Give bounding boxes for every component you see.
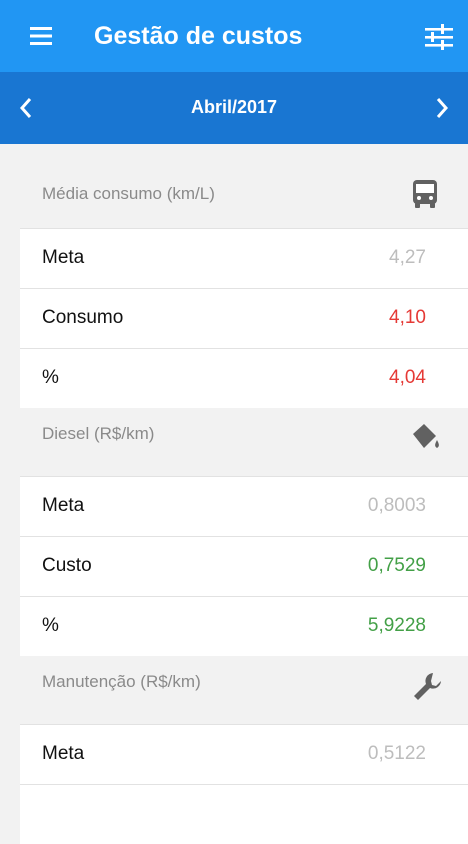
section-title: Média consumo (km/L) bbox=[42, 184, 215, 203]
bus-icon bbox=[410, 178, 440, 210]
card-consumo: Meta 4,27 Consumo 4,10 % 4,04 bbox=[20, 228, 468, 408]
row-label: Meta bbox=[42, 495, 85, 516]
row-label: % bbox=[42, 367, 59, 388]
app-bar: Gestão de custos bbox=[0, 0, 468, 72]
row-value: 0,7529 bbox=[367, 555, 426, 576]
row-label: Meta bbox=[42, 247, 85, 268]
card-diesel: Meta 0,8003 Custo 0,7529 % 5,9228 bbox=[20, 476, 468, 656]
row-value: 0,5122 bbox=[367, 743, 426, 764]
section-header-diesel: Diesel (R$/km) bbox=[0, 408, 468, 476]
list-item: Consumo 4,10 bbox=[20, 288, 468, 348]
section-title: Manutenção (R$/km) bbox=[42, 672, 201, 691]
section-header-consumo: Média consumo (km/L) bbox=[0, 144, 468, 228]
row-value: 4,10 bbox=[389, 307, 426, 328]
row-value: 4,27 bbox=[389, 247, 426, 268]
paint-bucket-icon bbox=[410, 422, 440, 454]
list-item bbox=[20, 784, 468, 844]
row-label: Meta bbox=[42, 743, 85, 764]
list-item: % 4,04 bbox=[20, 348, 468, 408]
row-value: 0,8003 bbox=[367, 495, 426, 516]
menu-icon[interactable] bbox=[26, 22, 56, 50]
row-label: Custo bbox=[42, 555, 92, 576]
list-item: % 5,9228 bbox=[20, 596, 468, 656]
row-value: 4,04 bbox=[389, 367, 426, 388]
row-value: 5,9228 bbox=[367, 615, 426, 636]
chevron-right-icon[interactable] bbox=[426, 93, 456, 123]
page-title: Gestão de custos bbox=[94, 22, 303, 50]
list-item: Meta 4,27 bbox=[20, 228, 468, 288]
section-title: Diesel (R$/km) bbox=[42, 424, 155, 443]
list-item: Meta 0,8003 bbox=[20, 476, 468, 536]
period-label: Abril/2017 bbox=[190, 97, 278, 117]
list-item: Custo 0,7529 bbox=[20, 536, 468, 596]
period-selector: Abril/2017 bbox=[0, 72, 468, 144]
section-header-manutencao: Manutenção (R$/km) bbox=[0, 656, 468, 724]
sliders-icon[interactable] bbox=[422, 20, 456, 54]
row-label: % bbox=[42, 615, 59, 636]
card-manutencao: Meta 0,5122 bbox=[20, 724, 468, 844]
list-item: Meta 0,5122 bbox=[20, 724, 468, 784]
wrench-icon bbox=[410, 670, 441, 702]
row-label: Consumo bbox=[42, 307, 124, 328]
content: Média consumo (km/L) Meta 4,27 Consumo 4… bbox=[0, 144, 468, 844]
